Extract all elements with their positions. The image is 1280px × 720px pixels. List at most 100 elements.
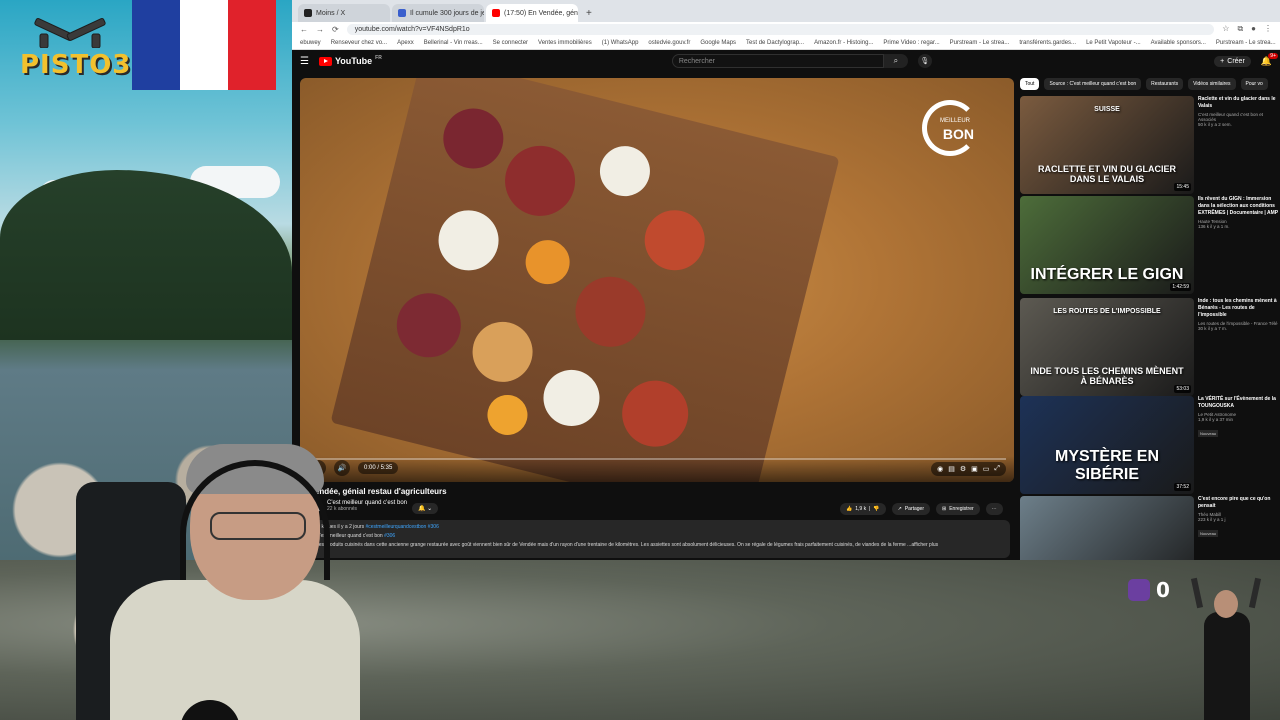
like-button[interactable]: 👍 1,9 k | 👎 (840, 503, 886, 515)
bookmark-star-icon[interactable]: ☆ (1222, 24, 1229, 34)
browser-tab[interactable]: Il cumule 300 jours de jeu sur (392, 4, 484, 22)
bookmark-item[interactable]: ostedvie.gouv.fr (648, 40, 690, 46)
player-controls: ▶ 🔊 0:00 / 5:35 ◉ ▤ ⚙ ▣ ▭ ⤢ (300, 456, 1014, 482)
subscribed-bell-button[interactable]: 🔔 ⌄ (412, 503, 439, 514)
video-channel: C'est meilleur quand c'est bon et Associ… (1198, 112, 1264, 122)
bookmark-item[interactable]: Purstream - Le strea... (1216, 40, 1276, 46)
youtube-header: ☰ YouTube FR Rechercher ⌕ 🎙 + Créer 🔔 9+ (292, 50, 1280, 72)
desc-tag[interactable]: #306 (384, 533, 395, 539)
back-icon[interactable]: ← (300, 25, 308, 34)
bookmark-item[interactable]: transférents.gardes... (1019, 40, 1076, 46)
streamer-logo: PISTO37 (10, 8, 149, 98)
recommended-video[interactable]: SUISSE RACLETTE ET VIN DU GLACIER DANS LE… (1020, 96, 1280, 194)
watermark-small: MEILLEUR (939, 118, 970, 124)
charcuterie-board (330, 78, 840, 482)
bookmark-item[interactable]: Amazon.fr - Histoing... (814, 40, 873, 46)
filter-chip[interactable]: Vidéos similaires (1188, 78, 1236, 90)
filter-chip[interactable]: Tout (1020, 78, 1040, 90)
recommended-video[interactable]: MYSTÈRE EN SIBÉRIE 37:52 La VÉRITÉ sur l'É… (1020, 396, 1280, 494)
bookmark-item[interactable]: Test de Dactylograp... (746, 40, 804, 46)
tab-label: Moins / X (316, 9, 346, 17)
bookmark-item[interactable]: Le Petit Vapoteur -... (1086, 40, 1141, 46)
fullscreen-icon[interactable]: ⤢ (994, 465, 1000, 473)
autoplay-icon[interactable]: ◉ (937, 465, 943, 473)
new-badge: Nouveau (1198, 530, 1219, 537)
save-button[interactable]: ⊞ Enregistrer (936, 503, 980, 515)
extensions-icon[interactable]: ⧉ (1237, 24, 1243, 34)
video-meta: 30 k il y a 7 m. (1198, 326, 1228, 331)
filter-chip[interactable]: Restaurants (1146, 78, 1184, 90)
video-meta: 223 k il y a 1 j (1198, 517, 1226, 522)
video-duration: 1:42:59 (1170, 283, 1191, 291)
search-input[interactable]: Rechercher (671, 54, 884, 68)
thumbnail-text: RACLETTE ET VIN DU GLACIER DANS LE VALAI… (1037, 164, 1176, 184)
video-thumbnail[interactable]: INTÉGRER LE GIGN 1:42:59 (1020, 196, 1194, 294)
thumbs-up-icon: 👍 (846, 506, 853, 512)
subtitles-icon[interactable]: ▤ (948, 465, 955, 473)
theater-icon[interactable]: ▭ (983, 465, 990, 473)
recommended-video[interactable]: LES ROUTES DE L'IMPOSSIBLE INDE TOUS LES … (1020, 298, 1280, 396)
bookmark-item[interactable]: Prime Video : regar... (883, 40, 939, 46)
tab-strip: Moins / X Il cumule 300 jours de jeu sur (… (292, 0, 1280, 22)
hamburger-menu-icon[interactable]: ☰ (300, 56, 309, 67)
thumbnail-text: INDE TOUS LES CHEMINS MÈNENT À BÉNARÈS (1030, 366, 1184, 386)
bookmark-item[interactable]: Apexx (397, 40, 414, 46)
video-thumbnail[interactable]: Ils sont (1020, 496, 1194, 560)
browser-tab[interactable]: (17:50) En Vendée, génial resta (486, 4, 578, 22)
video-thumbnail[interactable]: SUISSE RACLETTE ET VIN DU GLACIER DANS LE… (1020, 96, 1194, 194)
filter-chip[interactable]: Pour vo (1240, 78, 1268, 90)
crossed-pistols-icon (34, 17, 106, 48)
forward-icon[interactable]: → (316, 25, 324, 34)
video-duration: 53:03 (1174, 385, 1191, 393)
thumbs-down-icon[interactable]: 👎 (873, 506, 879, 512)
video-thumbnail[interactable]: LES ROUTES DE L'IMPOSSIBLE INDE TOUS LES … (1020, 298, 1194, 396)
browser-tab[interactable]: Moins / X (298, 4, 390, 22)
video-description[interactable]: ... k vues il y a 2 jours #cestmeilleurq… (310, 520, 1010, 558)
youtube-logo[interactable]: YouTube FR (318, 55, 382, 66)
video-info: Inde : tous les chemins mènent à Bénarès… (1198, 298, 1280, 331)
filter-chip[interactable]: Source : C'est meilleur quand c'est bon (1044, 78, 1142, 90)
more-actions-icon[interactable]: ⋯ (985, 503, 1003, 515)
reload-icon[interactable]: ⟳ (332, 25, 339, 34)
bookmark-item[interactable]: Google Maps (700, 40, 736, 46)
share-button[interactable]: ↗ Partager (891, 503, 931, 515)
bookmark-item[interactable]: Renseveur chez vo... (331, 40, 387, 46)
share-icon: ↗ (897, 506, 902, 512)
streamer-shirt (110, 580, 360, 720)
bookmark-item[interactable]: Available sponsors... (1151, 40, 1206, 46)
recommended-video[interactable]: Ils sontC'est encore pire que ce qu'on p… (1020, 496, 1280, 560)
video-info: C'est encore pire que ce qu'on pensait Th… (1198, 496, 1280, 540)
video-thumbnail[interactable]: MYSTÈRE EN SIBÉRIE 37:52 (1020, 396, 1194, 494)
share-label: Partager (904, 506, 925, 512)
youtube-brand: YouTube (334, 56, 373, 66)
bookmark-item[interactable]: Bellerinal - Vin rreas... (424, 40, 483, 46)
video-info: Ils rêvent du GIGN : Immersion dans la s… (1198, 196, 1280, 229)
youtube-play-icon (318, 56, 332, 66)
video-player[interactable]: MEILLEUR BON ▶ 🔊 0:00 / 5:35 ◉ ▤ ⚙ ▣ ▭ ⤢ (300, 78, 1014, 482)
video-duration: 37:52 (1174, 483, 1191, 491)
filter-chips: Tout Source : C'est meilleur quand c'est … (1020, 78, 1268, 90)
url-field[interactable]: youtube.com/watch?v=VF4NSdpR1o (346, 23, 1215, 35)
search-icon[interactable]: ⌕ (883, 54, 908, 68)
bookmark-item[interactable]: (1) WhatsApp (602, 40, 639, 46)
settings-icon[interactable]: ⚙ (960, 465, 966, 473)
desc-tags[interactable]: #cestmeilleurquandcestbon #306 (365, 524, 438, 530)
progress-bar[interactable] (308, 458, 1006, 460)
character-figure (1186, 572, 1266, 720)
new-tab-icon[interactable]: + (580, 8, 598, 22)
twitch-icon (1128, 579, 1150, 601)
thumbnail-text: INTÉGRER LE GIGN (1030, 266, 1184, 283)
bookmark-item[interactable]: Se connecter (493, 40, 528, 46)
menu-icon[interactable]: ⋮ (1264, 24, 1272, 34)
bookmark-item[interactable]: Purstream - Le strea... (950, 40, 1010, 46)
video-title: La VÉRITÉ sur l'Évènement de la TOUNGOUS… (1198, 396, 1276, 409)
microphone-icon[interactable]: 🎙 (917, 54, 932, 68)
profile-icon[interactable]: ● (1251, 24, 1256, 34)
notifications-bell-icon[interactable]: 🔔 9+ (1261, 52, 1278, 67)
create-button[interactable]: + Créer (1214, 55, 1251, 67)
desc-text: Les produits cuisinés dans cette ancienn… (316, 542, 939, 548)
bookmark-item[interactable]: ebuwey (300, 40, 321, 46)
bookmark-item[interactable]: Ventes immobilières (538, 40, 592, 46)
recommended-video[interactable]: INTÉGRER LE GIGN 1:42:59 Ils rêvent du GIG… (1020, 196, 1280, 294)
miniplayer-icon[interactable]: ▣ (971, 465, 978, 473)
